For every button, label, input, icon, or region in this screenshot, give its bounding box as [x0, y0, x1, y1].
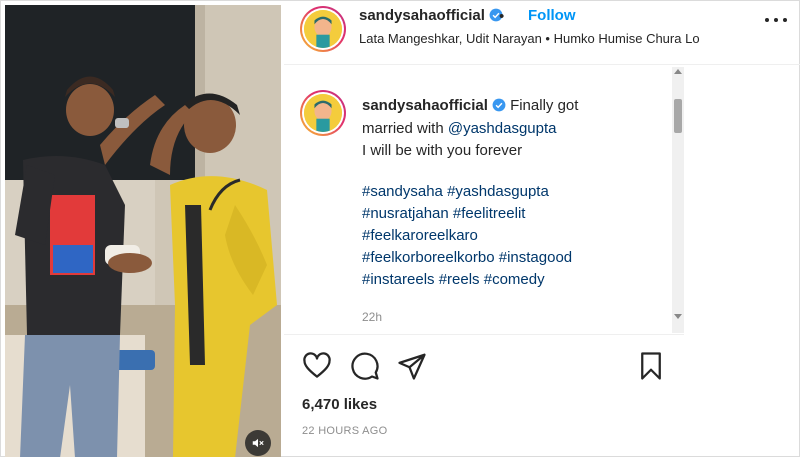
heart-icon[interactable]: [302, 351, 332, 381]
hashtag-line[interactable]: #sandysaha #yashdasgupta: [362, 183, 549, 200]
caption-text: Finally got: [510, 97, 579, 114]
header-username-text[interactable]: sandysahaofficial: [359, 7, 485, 24]
post-side-panel: sandysahaofficial • Follow Lata Mangeshk…: [284, 1, 800, 457]
follow-button[interactable]: Follow: [528, 7, 576, 24]
header-username[interactable]: sandysahaofficial: [359, 7, 503, 24]
likes-count[interactable]: 6,470 likes: [302, 396, 377, 413]
caption-avatar[interactable]: [300, 90, 346, 136]
mention-link[interactable]: @yashdasgupta: [448, 120, 557, 137]
caption-username[interactable]: sandysahaofficial: [362, 97, 488, 114]
scroll-thumb[interactable]: [674, 99, 682, 133]
caption-text: married with: [362, 120, 444, 137]
more-options-icon[interactable]: [765, 15, 787, 25]
avatar-image: [304, 10, 342, 48]
speaker-muted-icon: [252, 438, 264, 448]
post-timestamp[interactable]: 22 HOURS AGO: [302, 425, 388, 437]
caption-section: sandysahaofficial Finally got married wi…: [284, 66, 684, 334]
post-video[interactable]: [5, 5, 281, 457]
hashtag-line[interactable]: #feelkaroreelkaro: [362, 227, 478, 244]
post-actions: 6,470 likes 22 HOURS AGO: [284, 334, 684, 457]
video-frame-image: [5, 5, 281, 457]
instagram-post-window: sandysahaofficial • Follow Lata Mangeshk…: [0, 0, 800, 457]
caption-timestamp[interactable]: 22h: [362, 310, 382, 324]
scroll-up-arrow-icon[interactable]: [674, 69, 682, 74]
comment-bubble-icon[interactable]: [350, 351, 380, 381]
bookmark-icon[interactable]: [636, 351, 666, 381]
header-avatar[interactable]: [300, 6, 346, 52]
hashtag-line[interactable]: #nusratjahan #feelitreelit: [362, 205, 525, 222]
audio-track-link[interactable]: Lata Mangeshkar, Udit Narayan • Humko Hu…: [359, 31, 700, 46]
caption-scrollbar[interactable]: [672, 67, 684, 333]
header-separator: •: [499, 8, 505, 25]
paper-plane-icon[interactable]: [397, 351, 427, 381]
caption-line: I will be with you forever: [362, 142, 523, 159]
hashtag-line[interactable]: #instareels #reels #comedy: [362, 271, 545, 288]
post-header: sandysahaofficial • Follow Lata Mangeshk…: [284, 1, 800, 65]
verified-badge-icon: [492, 98, 506, 112]
avatar-image: [304, 94, 342, 132]
scroll-down-arrow-icon[interactable]: [674, 314, 682, 319]
mute-toggle-button[interactable]: [245, 430, 271, 456]
hashtag-line[interactable]: #feelkorboreelkorbo #instagood: [362, 249, 572, 266]
caption-first-line: sandysahaofficial Finally got: [362, 97, 578, 114]
caption-line: married with @yashdasgupta: [362, 120, 557, 137]
